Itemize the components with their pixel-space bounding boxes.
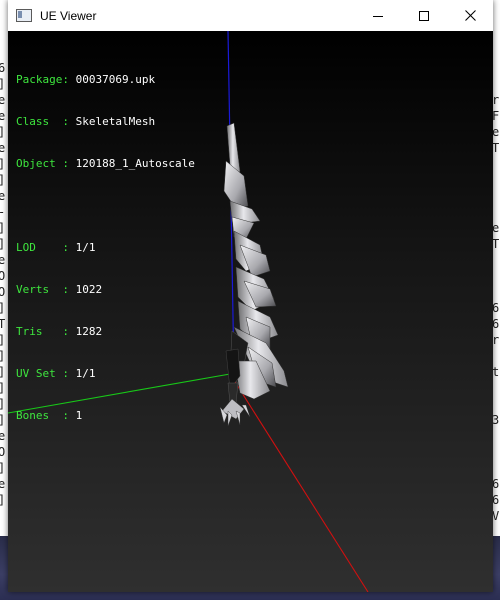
maximize-button[interactable] [401, 0, 447, 31]
info-row-tris: Tris : 1282 [16, 325, 195, 339]
info-row-class: Class : SkeletalMesh [16, 115, 195, 129]
info-sep: : [62, 241, 76, 254]
background-terminal-left-text: 6 ] e e ] e ] ] e - ] ] e O O ] T ] ] ] … [0, 61, 6, 507]
close-button[interactable] [447, 0, 493, 31]
minimize-button[interactable] [355, 0, 401, 31]
ue-viewer-window[interactable]: UE Viewer Package: 00037069.upk Class: … [8, 0, 493, 592]
background-terminal-left: 6 ] e e ] e ] ] e - ] ] e O O ] T ] ] ] … [0, 0, 8, 600]
info-value-package: 00037069.upk [75, 73, 156, 86]
window-controls [355, 0, 493, 31]
info-sep: : [62, 157, 76, 170]
info-label-tris: Tris [16, 325, 63, 338]
info-sep: : [62, 283, 76, 296]
axis-x-line [229, 373, 369, 592]
minimize-icon [373, 15, 383, 17]
info-row-lod: LOD : 1/1 [16, 241, 195, 255]
window-title: UE Viewer [40, 8, 97, 23]
info-label-class: Class [16, 115, 63, 128]
skeletal-mesh-model [219, 122, 289, 427]
info-row-uvset: UV Set : 1/1 [16, 367, 195, 381]
info-sep: : [62, 367, 76, 380]
info-value-uvset: 1/1 [75, 367, 96, 380]
title-bar[interactable]: UE Viewer [8, 0, 493, 31]
3d-viewport[interactable]: Package: 00037069.upk Class : SkeletalMe… [8, 31, 493, 592]
info-sep: : [62, 325, 76, 338]
mesh-info-overlay: Package: 00037069.upk Class : SkeletalMe… [16, 45, 195, 451]
info-label-verts: Verts [16, 283, 63, 296]
info-value-tris: 1282 [75, 325, 103, 338]
info-value-bones: 1 [75, 409, 83, 422]
info-value-verts: 1022 [75, 283, 103, 296]
info-row-bones: Bones : 1 [16, 409, 195, 423]
info-spacer [16, 199, 195, 213]
info-label-bones: Bones [16, 409, 63, 422]
background-terminal-right: r F e T e T 6 6 r t 3 6 6 V [492, 0, 500, 600]
app-window-icon [16, 9, 32, 22]
info-sep: : [62, 73, 76, 86]
background-terminal-right-text: r F e T e T 6 6 r t 3 6 6 V [492, 93, 500, 523]
info-label-package: Package [16, 73, 63, 86]
info-sep: : [62, 115, 76, 128]
info-label-uvset: UV Set [16, 367, 63, 380]
info-value-object: 120188_1_Autoscale [75, 157, 195, 170]
info-row-verts: Verts : 1022 [16, 283, 195, 297]
info-label-object: Object [16, 157, 63, 170]
info-sep: : [62, 409, 76, 422]
info-value-lod: 1/1 [75, 241, 96, 254]
info-label-lod: LOD [16, 241, 63, 254]
info-value-class: SkeletalMesh [75, 115, 156, 128]
info-row-package: Package: 00037069.upk [16, 73, 195, 87]
maximize-icon [419, 10, 429, 21]
close-icon [464, 10, 476, 21]
info-row-object: Object : 120188_1_Autoscale [16, 157, 195, 171]
